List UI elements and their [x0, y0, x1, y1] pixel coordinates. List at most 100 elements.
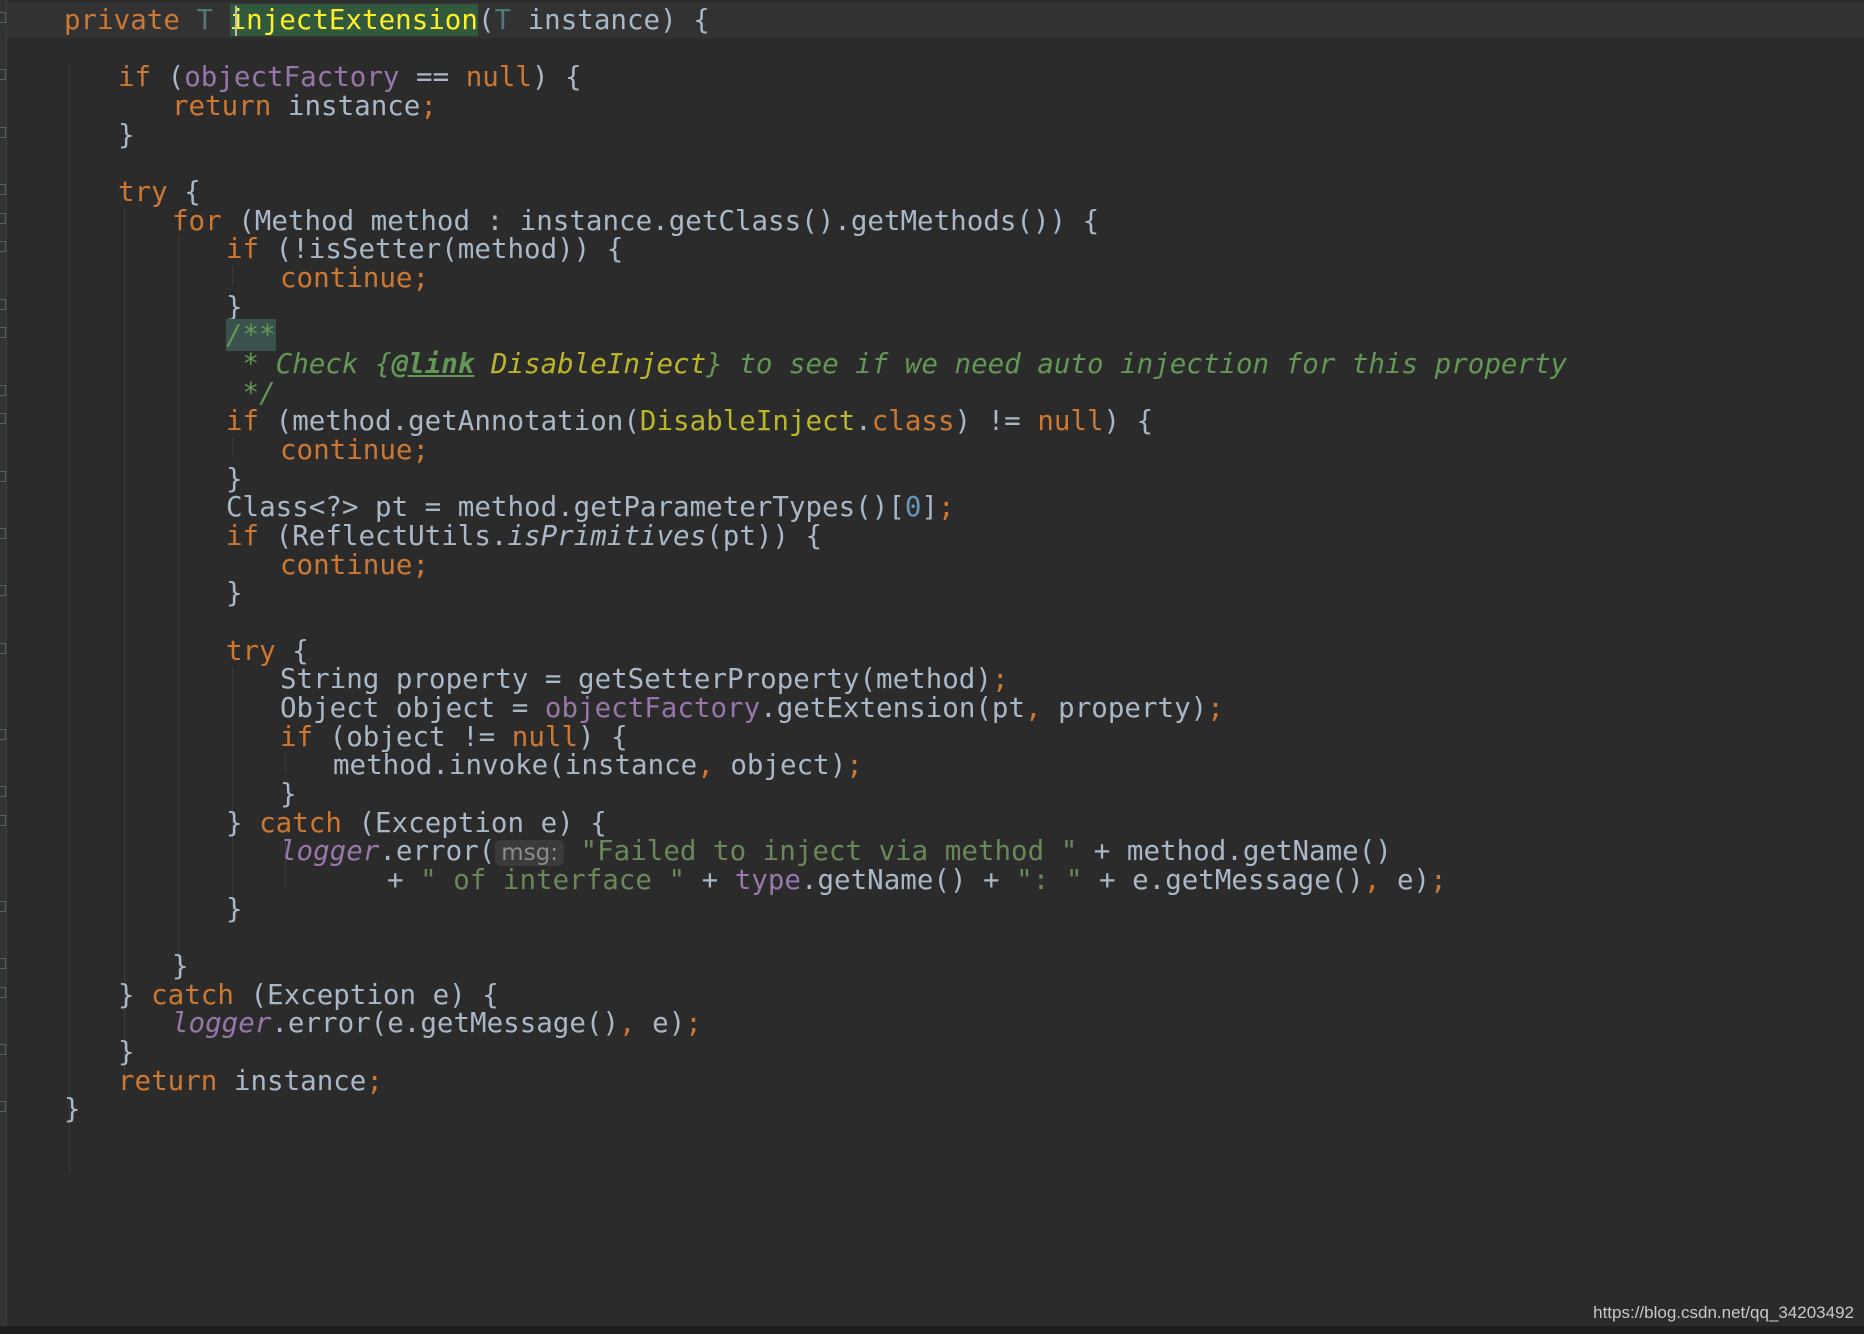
- fold-marker-icon[interactable]: [0, 470, 6, 482]
- code-line-5[interactable]: }: [118, 118, 135, 152]
- code-token: +: [685, 864, 735, 897]
- code-token: + e.getMessage(): [1082, 864, 1364, 897]
- code-line-16[interactable]: continue;: [280, 433, 429, 467]
- fold-marker-icon[interactable]: [0, 642, 6, 654]
- code-line-39[interactable]: }: [64, 1092, 81, 1126]
- code-token: if: [226, 405, 276, 438]
- editor-gutter[interactable]: [0, 0, 7, 1334]
- code-token: class: [871, 405, 955, 438]
- fold-marker-icon[interactable]: [0, 327, 6, 339]
- code-token: " of interface ": [420, 864, 686, 897]
- fold-marker-icon[interactable]: [0, 298, 6, 310]
- fold-marker-icon[interactable]: [0, 1101, 6, 1113]
- code-token: if: [226, 520, 276, 553]
- code-token: e): [1397, 864, 1431, 897]
- fold-marker-icon[interactable]: [0, 728, 6, 740]
- code-token: (pt)) {: [706, 520, 823, 553]
- code-token: .getName() +: [800, 864, 1017, 897]
- fold-marker-icon[interactable]: [0, 1044, 6, 1056]
- code-token: private: [64, 4, 197, 36]
- code-token: ) !=: [954, 405, 1038, 438]
- indent-guide: [232, 437, 233, 458]
- code-token: ) {: [1103, 405, 1154, 438]
- code-token: ,: [619, 1007, 653, 1040]
- code-line-36[interactable]: logger.error(e.getMessage(), e);: [172, 1006, 702, 1040]
- code-token: T: [196, 4, 230, 36]
- code-line-13[interactable]: * Check {@link DisableInject} to see if …: [226, 347, 1568, 381]
- fold-marker-icon[interactable]: [0, 986, 6, 998]
- code-editor[interactable]: private T injectExtension(T instance) {i…: [0, 0, 1864, 1334]
- fold-marker-icon[interactable]: [0, 184, 6, 196]
- code-token: if: [118, 61, 168, 94]
- fold-marker-icon[interactable]: [0, 212, 6, 224]
- indent-guide: [124, 207, 125, 1060]
- code-token: } to see if we need auto injection for t…: [706, 348, 1568, 381]
- code-token: }: [118, 118, 135, 151]
- code-token: object): [730, 749, 847, 782]
- code-token: }: [64, 1093, 81, 1126]
- code-token: isPrimitives: [507, 520, 707, 553]
- code-token: ,: [697, 749, 731, 782]
- code-token: .error(e.getMessage(): [271, 1007, 620, 1040]
- code-token: }: [118, 978, 152, 1011]
- code-token: .: [855, 405, 872, 438]
- code-token: ;: [1430, 864, 1447, 897]
- code-line-21[interactable]: }: [226, 576, 243, 610]
- code-token: logger: [280, 835, 380, 868]
- fold-marker-icon[interactable]: [0, 900, 6, 912]
- fold-marker-icon[interactable]: [0, 241, 6, 253]
- code-line-32[interactable]: }: [226, 892, 243, 926]
- fold-marker-icon[interactable]: [0, 814, 6, 826]
- watermark-url: https://blog.csdn.net/qq_34203492: [1593, 1303, 1854, 1322]
- code-token: ;: [420, 90, 437, 122]
- code-line-1[interactable]: private T injectExtension(T instance) {: [64, 3, 710, 37]
- code-token: return: [172, 90, 288, 122]
- code-token: ) {: [531, 61, 582, 94]
- code-line-20[interactable]: continue;: [280, 548, 429, 582]
- code-token: logger: [172, 1007, 272, 1040]
- code-token: null: [465, 61, 532, 94]
- code-token: instance: [233, 1064, 367, 1097]
- fold-marker-icon[interactable]: [0, 528, 6, 540]
- code-token: 0: [904, 491, 922, 524]
- code-token: @link: [391, 348, 475, 381]
- code-line-31[interactable]: + " of interface " + type.getName() + ":…: [387, 863, 1447, 897]
- indent-guide: [232, 666, 233, 917]
- code-token: ;: [937, 491, 955, 524]
- fold-marker-icon[interactable]: [0, 413, 6, 425]
- code-line-38[interactable]: return instance;: [118, 1064, 383, 1098]
- fold-marker-icon[interactable]: [0, 958, 6, 970]
- fold-marker-icon[interactable]: [0, 69, 6, 81]
- code-token: DisableInject: [490, 348, 707, 381]
- code-token: ": ": [1016, 864, 1083, 897]
- fold-marker-icon[interactable]: [0, 585, 6, 597]
- code-token: ,: [1363, 864, 1397, 897]
- fold-marker-icon[interactable]: [0, 786, 6, 798]
- indent-guide: [69, 64, 70, 1175]
- indent-guide: [232, 265, 233, 286]
- code-token: ;: [846, 749, 863, 782]
- indent-guide: [178, 236, 179, 974]
- fold-marker-icon[interactable]: [0, 12, 6, 23]
- code-token: (: [477, 4, 495, 36]
- fold-marker-icon[interactable]: [0, 384, 6, 396]
- code-token: ]: [921, 491, 938, 524]
- code-token: ;: [685, 1007, 702, 1040]
- code-token: ,: [1025, 692, 1059, 725]
- code-token: ;: [1207, 692, 1224, 725]
- code-token: DisableInject: [639, 405, 856, 438]
- code-line-27[interactable]: method.invoke(instance, object);: [333, 748, 863, 782]
- code-token: .getExtension(pt: [760, 692, 1026, 725]
- code-line-4[interactable]: return instance;: [172, 89, 437, 123]
- code-token: continue;: [280, 434, 430, 467]
- fold-marker-icon[interactable]: [0, 126, 6, 138]
- code-token: injectExtension: [229, 4, 478, 36]
- code-token: continue;: [280, 548, 430, 581]
- code-token: if: [226, 233, 276, 266]
- code-token: instance: [287, 90, 421, 122]
- code-token: ;: [366, 1064, 383, 1097]
- code-token: +: [387, 864, 421, 897]
- code-token: }: [226, 806, 260, 839]
- indent-guide: [285, 752, 286, 774]
- code-line-10[interactable]: continue;: [280, 261, 429, 295]
